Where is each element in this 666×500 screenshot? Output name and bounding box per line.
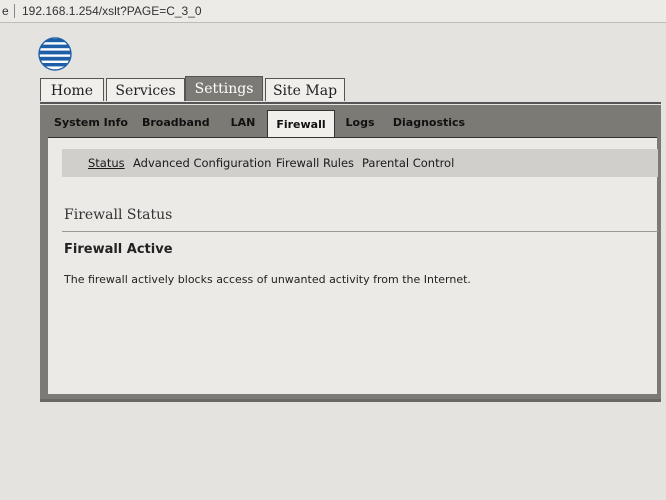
subtab-broadband[interactable]: Broadband: [142, 111, 210, 135]
subtab-diagnostics[interactable]: Diagnostics: [392, 111, 466, 135]
firewall-status-heading: Firewall Active: [64, 242, 173, 257]
section-title: Firewall Status: [64, 207, 173, 223]
firewall-content: Status Advanced Configuration Firewall R…: [48, 137, 658, 394]
address-bar-cut-text: e: [2, 4, 9, 18]
subtab-lan[interactable]: LAN: [224, 111, 262, 135]
subtab-firewall[interactable]: Firewall: [267, 110, 335, 138]
firewall-nav-parental-control[interactable]: Parental Control: [362, 149, 454, 177]
settings-subnav: System Info Broadband LAN Firewall Logs …: [40, 105, 661, 138]
section-divider: [62, 231, 658, 232]
tab-site-map[interactable]: Site Map: [265, 78, 345, 101]
router-page: Home Services Settings Site Map System I…: [0, 23, 666, 500]
firewall-status-description: The firewall actively blocks access of u…: [64, 273, 471, 286]
firewall-nav-firewall-rules[interactable]: Firewall Rules: [276, 149, 354, 177]
address-bar-divider: [14, 4, 15, 18]
firewall-nav-status[interactable]: Status: [88, 149, 125, 177]
tab-services[interactable]: Services: [106, 78, 185, 101]
firewall-nav: Status Advanced Configuration Firewall R…: [62, 149, 658, 177]
browser-address-bar[interactable]: e 192.168.1.254/xslt?PAGE=C_3_0: [0, 0, 666, 23]
tab-home[interactable]: Home: [40, 78, 104, 101]
att-globe-icon[interactable]: [38, 37, 72, 71]
tab-bar-divider: [40, 102, 661, 104]
subtab-system-info[interactable]: System Info: [54, 111, 128, 135]
url-text[interactable]: 192.168.1.254/xslt?PAGE=C_3_0: [22, 0, 202, 22]
subtab-logs[interactable]: Logs: [340, 111, 380, 135]
tab-settings[interactable]: Settings: [185, 76, 263, 101]
content-frame: Status Advanced Configuration Firewall R…: [40, 137, 661, 399]
frame-bottom-edge: [40, 399, 661, 402]
firewall-nav-advanced-configuration[interactable]: Advanced Configuration: [133, 149, 271, 177]
